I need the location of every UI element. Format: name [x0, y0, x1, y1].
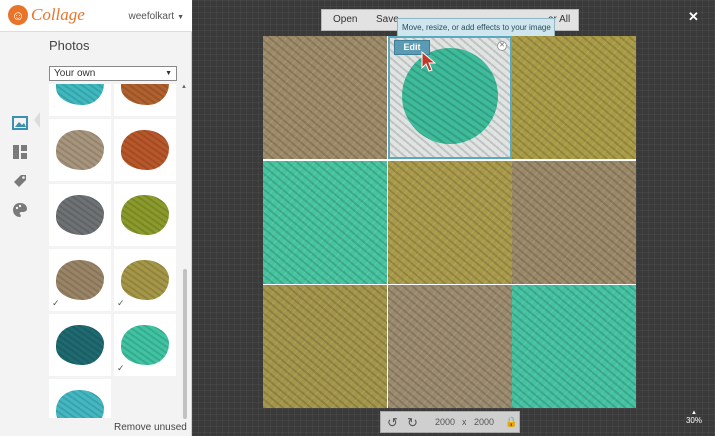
- logo-icon: ☺: [8, 5, 28, 25]
- photo-thumbnail[interactable]: [49, 184, 111, 246]
- yarn-ball-image: [121, 195, 169, 235]
- app-logo[interactable]: ☺ Collage: [8, 5, 85, 25]
- photo-thumbnails: ✓ ✓ ✓: [49, 84, 181, 418]
- user-menu[interactable]: weefolkart ▼: [128, 11, 184, 22]
- photo-thumbnail[interactable]: [49, 119, 111, 181]
- chevron-down-icon: ▼: [177, 14, 184, 21]
- remove-unused-button[interactable]: Remove unused: [114, 422, 187, 433]
- lock-icon[interactable]: 🔒: [505, 417, 517, 428]
- used-check-icon: ✓: [117, 363, 125, 373]
- used-check-icon: ✓: [52, 298, 60, 308]
- photo-thumbnail[interactable]: ✓: [114, 249, 176, 311]
- collage-cell[interactable]: [387, 160, 512, 284]
- photo-thumbnail[interactable]: ✓: [114, 314, 176, 376]
- sticker-icon[interactable]: [11, 172, 29, 190]
- collage-cell[interactable]: [512, 160, 636, 284]
- size-separator: x: [462, 417, 467, 427]
- layout-icon[interactable]: [11, 143, 29, 161]
- collage-cell[interactable]: [512, 285, 636, 408]
- yarn-ball-image: [121, 84, 169, 105]
- collage-cell[interactable]: [387, 285, 512, 408]
- collage-canvas[interactable]: [263, 36, 636, 408]
- logo-text: Collage: [31, 5, 85, 24]
- chevron-down-icon: ▼: [165, 70, 172, 77]
- photo-thumbnail[interactable]: [49, 84, 111, 116]
- icon-rail: [0, 32, 38, 436]
- collage-cell[interactable]: [263, 285, 387, 408]
- open-button[interactable]: Open: [333, 14, 357, 25]
- left-panel: ☺ Collage weefolkart ▼ Photos Your own ▼ …: [0, 0, 192, 436]
- photo-thumbnail[interactable]: [114, 119, 176, 181]
- close-icon[interactable]: ✕: [688, 9, 699, 25]
- undo-icon[interactable]: ↺: [387, 415, 398, 431]
- yarn-ball-image: [56, 260, 104, 300]
- yarn-ball-image: [56, 130, 104, 170]
- zoom-level: 30%: [685, 416, 702, 425]
- photo-thumbnail[interactable]: [114, 184, 176, 246]
- panel-scrollbar[interactable]: ▲ ▼: [181, 84, 189, 436]
- collage-cell[interactable]: [512, 36, 636, 159]
- yarn-ball-image: [56, 390, 104, 418]
- panel-title: Photos: [49, 38, 90, 53]
- zoom-control[interactable]: ▲ 30%: [683, 410, 705, 425]
- yarn-ball-image: [56, 84, 104, 105]
- username: weefolkart: [128, 11, 175, 22]
- photo-thumbnail[interactable]: [114, 84, 176, 116]
- photos-panel: Photos Your own ▼ ✓ ✓ ✓ ▲ ▼ Remove unused: [38, 32, 192, 436]
- photo-thumbnail[interactable]: [49, 314, 111, 376]
- save-button[interactable]: Save: [376, 14, 399, 25]
- remove-photo-icon[interactable]: ✕: [497, 41, 507, 51]
- tooltip: Move, resize, or add effects to your ima…: [397, 18, 555, 38]
- collage-cell[interactable]: [263, 36, 387, 159]
- photo-thumbnail[interactable]: [49, 379, 111, 418]
- photos-icon[interactable]: [11, 114, 29, 132]
- photo-thumbnail[interactable]: ✓: [49, 249, 111, 311]
- top-bar: ☺ Collage weefolkart ▼: [0, 0, 192, 32]
- used-check-icon: ✓: [117, 298, 125, 308]
- yarn-ball-image: [401, 48, 498, 144]
- yarn-ball-image: [121, 130, 169, 170]
- redo-icon[interactable]: ↻: [407, 415, 418, 431]
- scroll-up-icon[interactable]: ▲: [181, 84, 187, 90]
- yarn-ball-image: [56, 325, 104, 365]
- cursor-icon: [421, 50, 437, 78]
- canvas-width[interactable]: 2000: [435, 417, 455, 427]
- palette-icon[interactable]: [11, 201, 29, 219]
- yarn-ball-image: [56, 195, 104, 235]
- collage-cell[interactable]: [263, 160, 387, 284]
- yarn-ball-image: [121, 260, 169, 300]
- photo-source-select[interactable]: Your own ▼: [49, 66, 177, 81]
- scrollbar-thumb[interactable]: [183, 269, 187, 419]
- canvas-height[interactable]: 2000: [474, 417, 494, 427]
- bottom-toolbar: ↺ ↻ 2000 x 2000 🔒: [380, 411, 520, 433]
- yarn-ball-image: [121, 325, 169, 365]
- photo-source-value: Your own: [54, 68, 96, 79]
